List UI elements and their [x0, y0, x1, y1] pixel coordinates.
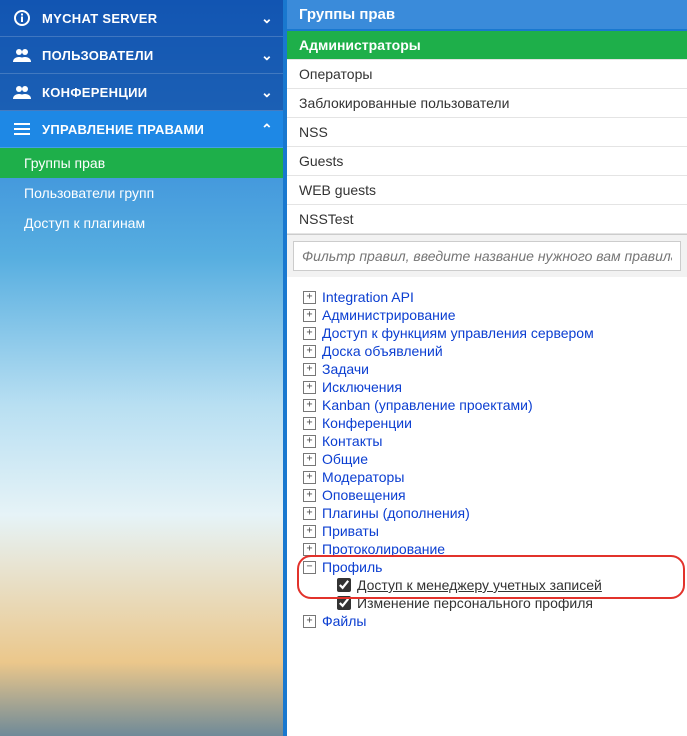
- tree-node-link[interactable]: Общие: [322, 451, 368, 467]
- chevron-down-icon: ⌄: [261, 10, 273, 27]
- tree-node-link[interactable]: Профиль: [322, 559, 382, 575]
- tree-node-link[interactable]: Модераторы: [322, 469, 404, 485]
- rules-tree: + Integration API + Администрирование + Досту…: [287, 277, 687, 736]
- nav-sub-label: Группы прав: [24, 155, 105, 171]
- expand-icon[interactable]: +: [303, 327, 316, 340]
- tree-node: + Контакты: [303, 433, 671, 449]
- tree-node: + Приваты: [303, 523, 671, 539]
- tree-node-link[interactable]: Администрирование: [322, 307, 456, 323]
- nav-sub-group-users[interactable]: Пользователи групп: [0, 178, 283, 208]
- nav-section-server[interactable]: MYCHAT SERVER ⌄: [0, 0, 283, 37]
- tree-node: + Плагины (дополнения): [303, 505, 671, 521]
- tree-node-link[interactable]: Integration API: [322, 289, 414, 305]
- tree-node: + Задачи: [303, 361, 671, 377]
- group-row[interactable]: Операторы: [287, 60, 687, 89]
- group-row[interactable]: NSS: [287, 118, 687, 147]
- tree-child: Доступ к менеджеру учетных записей: [337, 577, 671, 593]
- rule-label[interactable]: Изменение персонального профиля: [357, 595, 593, 611]
- tree-node-link[interactable]: Конференции: [322, 415, 412, 431]
- tree-node: + Модераторы: [303, 469, 671, 485]
- expand-icon[interactable]: +: [303, 525, 316, 538]
- nav-section-label: ПОЛЬЗОВАТЕЛИ: [42, 48, 261, 63]
- expand-icon[interactable]: +: [303, 363, 316, 376]
- tree-node: + Kanban (управление проектами): [303, 397, 671, 413]
- nav-sub-label: Доступ к плагинам: [24, 215, 145, 231]
- tree-node-link[interactable]: Файлы: [322, 613, 366, 629]
- expand-icon[interactable]: +: [303, 291, 316, 304]
- nav-section-users[interactable]: ПОЛЬЗОВАТЕЛИ ⌄: [0, 37, 283, 74]
- info-icon: [12, 10, 32, 26]
- tree-node: + Доступ к функциям управления сервером: [303, 325, 671, 341]
- rule-label[interactable]: Доступ к менеджеру учетных записей: [357, 577, 602, 593]
- group-row[interactable]: WEB guests: [287, 176, 687, 205]
- expand-icon[interactable]: +: [303, 345, 316, 358]
- main-panel: Группы прав АдминистраторыОператорыЗабло…: [283, 0, 687, 736]
- tree-node: + Integration API: [303, 289, 671, 305]
- chevron-down-icon: ⌄: [261, 84, 273, 101]
- group-list: АдминистраторыОператорыЗаблокированные п…: [287, 31, 687, 235]
- nav-section-label: УПРАВЛЕНИЕ ПРАВАМИ: [42, 122, 261, 137]
- group-row[interactable]: Администраторы: [287, 31, 687, 60]
- expand-icon[interactable]: +: [303, 453, 316, 466]
- nav-sub-plugins[interactable]: Доступ к плагинам: [0, 208, 283, 238]
- tree-node-link[interactable]: Протоколирование: [322, 541, 445, 557]
- expand-icon[interactable]: +: [303, 399, 316, 412]
- expand-icon[interactable]: +: [303, 381, 316, 394]
- tree-node-link[interactable]: Контакты: [322, 433, 382, 449]
- tree-node-link[interactable]: Kanban (управление проектами): [322, 397, 533, 413]
- tree-node-link[interactable]: Плагины (дополнения): [322, 505, 470, 521]
- tree-node-link[interactable]: Доска объявлений: [322, 343, 443, 359]
- rule-checkbox[interactable]: [337, 596, 351, 610]
- tree-node: + Исключения: [303, 379, 671, 395]
- nav-section-label: КОНФЕРЕНЦИИ: [42, 85, 261, 100]
- tree-node: + Администрирование: [303, 307, 671, 323]
- users-icon: [12, 48, 32, 62]
- tree-node-link[interactable]: Задачи: [322, 361, 369, 377]
- rule-checkbox[interactable]: [337, 578, 351, 592]
- nav-sub-groups[interactable]: Группы прав: [0, 148, 283, 178]
- expand-icon[interactable]: +: [303, 309, 316, 322]
- nav-section-rights[interactable]: УПРАВЛЕНИЕ ПРАВАМИ ⌃: [0, 111, 283, 148]
- collapse-icon[interactable]: −: [303, 561, 316, 574]
- tree-node: + Конференции: [303, 415, 671, 431]
- tree-child: Изменение персонального профиля: [337, 595, 671, 611]
- chevron-up-icon: ⌃: [261, 121, 273, 138]
- group-row[interactable]: NSSTest: [287, 205, 687, 234]
- tree-node: + Протоколирование: [303, 541, 671, 557]
- nav: MYCHAT SERVER ⌄ ПОЛЬЗОВАТЕЛИ ⌄ КОНФЕРЕНЦ…: [0, 0, 283, 238]
- expand-icon[interactable]: +: [303, 507, 316, 520]
- tree-node-link[interactable]: Оповещения: [322, 487, 406, 503]
- chevron-down-icon: ⌄: [261, 47, 273, 64]
- tree-node-link[interactable]: Исключения: [322, 379, 402, 395]
- tree-node-link[interactable]: Приваты: [322, 523, 379, 539]
- expand-icon[interactable]: +: [303, 615, 316, 628]
- filter-input[interactable]: [293, 241, 681, 271]
- nav-sublist: Группы прав Пользователи групп Доступ к …: [0, 148, 283, 238]
- expand-icon[interactable]: +: [303, 543, 316, 556]
- expand-icon[interactable]: +: [303, 435, 316, 448]
- tree-node-link[interactable]: Доступ к функциям управления сервером: [322, 325, 594, 341]
- expand-icon[interactable]: +: [303, 489, 316, 502]
- expand-icon[interactable]: +: [303, 471, 316, 484]
- filter-wrap: [287, 235, 687, 277]
- tree-node: + Доска объявлений: [303, 343, 671, 359]
- list-icon: [12, 122, 32, 136]
- group-row[interactable]: Заблокированные пользователи: [287, 89, 687, 118]
- tree-node: −Профиль: [303, 559, 671, 575]
- expand-icon[interactable]: +: [303, 417, 316, 430]
- tree-node: + Файлы: [303, 613, 671, 629]
- nav-sub-label: Пользователи групп: [24, 185, 154, 201]
- sidebar: MYCHAT SERVER ⌄ ПОЛЬЗОВАТЕЛИ ⌄ КОНФЕРЕНЦ…: [0, 0, 283, 736]
- tree-node: + Общие: [303, 451, 671, 467]
- nav-section-conferences[interactable]: КОНФЕРЕНЦИИ ⌄: [0, 74, 283, 111]
- group-row[interactable]: Guests: [287, 147, 687, 176]
- nav-section-label: MYCHAT SERVER: [42, 11, 261, 26]
- users-icon: [12, 85, 32, 99]
- panel-title: Группы прав: [287, 0, 687, 31]
- tree-node: + Оповещения: [303, 487, 671, 503]
